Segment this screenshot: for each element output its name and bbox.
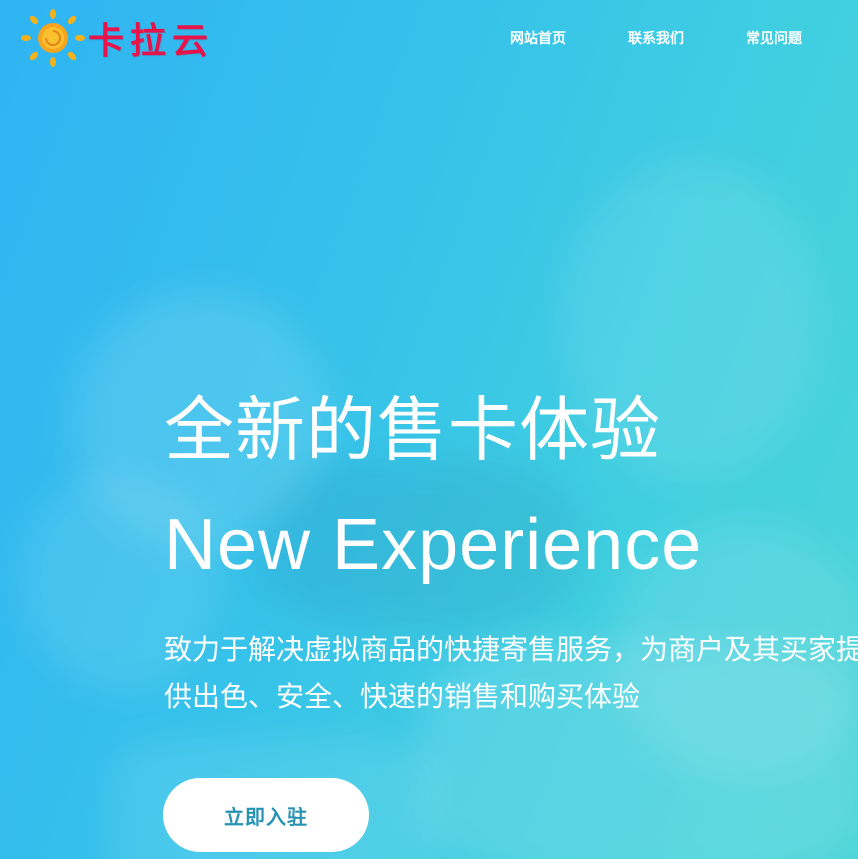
- join-now-button[interactable]: 立即入驻: [163, 778, 369, 852]
- sun-icon: [21, 9, 85, 67]
- site-logo[interactable]: 卡拉云: [20, 8, 214, 68]
- logo-text: 卡拉云: [88, 20, 215, 62]
- hero-description: 致力于解决虚拟商品的快捷寄售服务，为商户及其买家提供出色、安全、快速的销售和购买…: [164, 633, 858, 713]
- site-header: 卡拉云 网站首页 联系我们 常见问题: [0, 0, 858, 80]
- hero-subtitle: New Experience: [164, 505, 703, 585]
- nav-item-faq[interactable]: 常见问题: [715, 28, 802, 48]
- nav-item-home[interactable]: 网站首页: [479, 28, 597, 48]
- main-nav: 网站首页 联系我们 常见问题: [479, 28, 802, 48]
- landing-page: 卡拉云 网站首页 联系我们 常见问题 全新的售卡体验 New Experienc…: [0, 0, 858, 859]
- hero-title: 全新的售卡体验: [164, 389, 661, 471]
- nav-item-contact[interactable]: 联系我们: [597, 28, 715, 48]
